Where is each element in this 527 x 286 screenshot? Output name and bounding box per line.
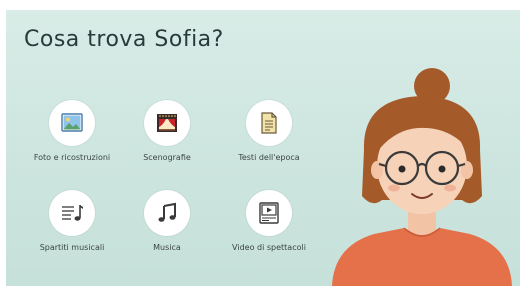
hair-bun-shape (414, 68, 450, 104)
item-icon-circle (144, 190, 190, 236)
item-videos[interactable]: Video di spettacoli (219, 190, 319, 260)
sheet-music-icon (62, 205, 83, 221)
item-icon-circle (49, 190, 95, 236)
content-panel: Cosa trova Sofia? Foto e ricostruzioni S… (6, 10, 520, 286)
item-icon-circle (49, 100, 95, 146)
page-title: Cosa trova Sofia? (24, 27, 224, 52)
screen: Cosa trova Sofia? Foto e ricostruzioni S… (0, 0, 527, 286)
sofia-character-illustration (332, 68, 512, 286)
image-icon (61, 113, 83, 132)
item-icon-circle (246, 100, 292, 146)
document-icon (261, 112, 277, 134)
item-label: Testi dell'epoca (238, 153, 300, 162)
item-texts[interactable]: Testi dell'epoca (219, 100, 319, 170)
video-icon (259, 202, 279, 224)
music-note-icon (158, 202, 176, 222)
item-icon-circle (144, 100, 190, 146)
item-icon-circle (246, 190, 292, 236)
item-label: Video di spettacoli (232, 243, 306, 252)
theater-stage-icon (157, 114, 177, 132)
